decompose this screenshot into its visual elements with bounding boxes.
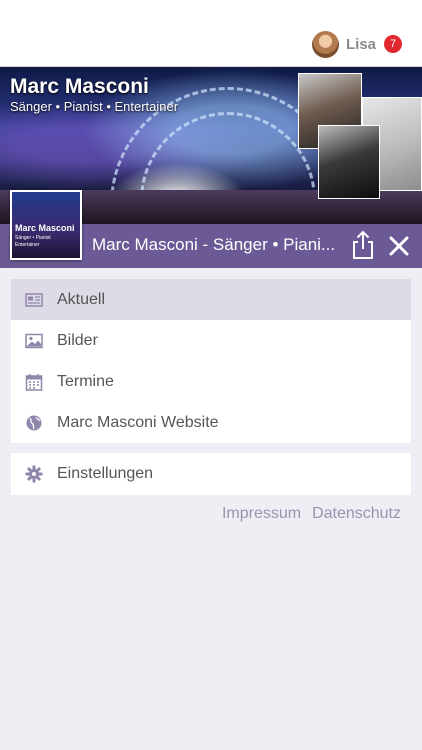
menu-item-label: Bilder bbox=[57, 331, 98, 349]
share-button[interactable] bbox=[350, 230, 376, 260]
user-profile[interactable]: Lisa 7 bbox=[311, 30, 402, 58]
thumbnail-subtitle: Sänger • Pianist Entertainer bbox=[15, 235, 51, 248]
settings-menu: Einstellungen bbox=[11, 453, 411, 495]
menu-item-label: Marc Masconi Website bbox=[57, 413, 219, 431]
menu-item-aktuell[interactable]: Aktuell bbox=[11, 279, 411, 320]
profile-thumbnail: Marc Masconi Sänger • Pianist Entertaine… bbox=[10, 190, 82, 260]
menu-item-bilder[interactable]: Bilder bbox=[11, 320, 411, 361]
close-button[interactable] bbox=[386, 233, 412, 259]
footer-links: Impressum Datenschutz bbox=[222, 505, 401, 523]
menu-item-label: Aktuell bbox=[57, 290, 106, 308]
thumbnail-title: Marc Masconi bbox=[15, 223, 75, 233]
menu-item-label: Termine bbox=[57, 372, 114, 390]
menu-item-termine[interactable]: Termine bbox=[11, 361, 411, 402]
navigation-menu: Aktuell Bilder Termine Marc Masconi Webs… bbox=[11, 279, 411, 443]
newspaper-icon bbox=[25, 292, 43, 307]
user-name[interactable]: Lisa bbox=[346, 36, 376, 53]
globe-icon bbox=[26, 415, 42, 430]
close-icon bbox=[389, 236, 409, 256]
banner-title: Marc Masconi bbox=[10, 75, 149, 98]
menu-item-website[interactable]: Marc Masconi Website bbox=[11, 402, 411, 443]
image-icon bbox=[25, 333, 43, 348]
top-bar: Lisa 7 bbox=[0, 0, 422, 67]
share-icon bbox=[353, 230, 373, 259]
datenschutz-link[interactable]: Datenschutz bbox=[312, 505, 401, 523]
notification-badge[interactable]: 7 bbox=[384, 35, 402, 53]
portrait-photo bbox=[318, 125, 380, 199]
impressum-link[interactable]: Impressum bbox=[222, 505, 301, 523]
gear-icon bbox=[25, 465, 43, 483]
calendar-icon bbox=[25, 373, 43, 391]
avatar[interactable] bbox=[311, 30, 339, 58]
page-title: Marc Masconi - Sänger • Piani... bbox=[92, 235, 336, 254]
menu-item-label: Einstellungen bbox=[57, 465, 154, 482]
banner-subtitle: Sänger • Pianist • Entertainer bbox=[10, 99, 179, 114]
menu-item-einstellungen[interactable]: Einstellungen bbox=[11, 453, 411, 495]
